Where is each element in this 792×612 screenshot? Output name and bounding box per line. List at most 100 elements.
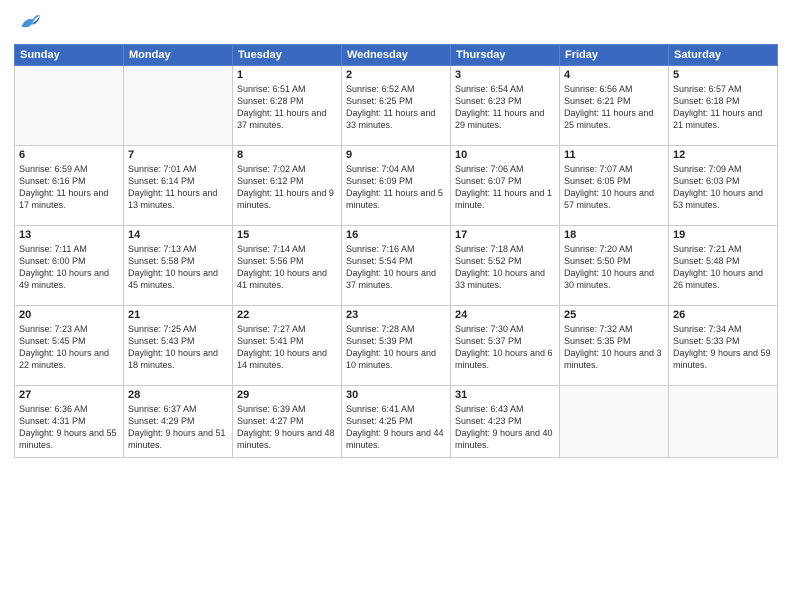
day-info: Sunrise: 7:23 AM Sunset: 5:45 PM Dayligh… [19, 323, 119, 372]
day-number: 16 [346, 229, 446, 241]
day-of-week-header: Monday [124, 45, 233, 66]
days-of-week-row: SundayMondayTuesdayWednesdayThursdayFrid… [15, 45, 778, 66]
day-number: 5 [673, 69, 773, 81]
calendar-cell [669, 386, 778, 458]
logo-icon [14, 10, 42, 38]
day-of-week-header: Sunday [15, 45, 124, 66]
calendar-cell: 27 Sunrise: 6:36 AM Sunset: 4:31 PM Dayli… [15, 386, 124, 458]
day-number: 27 [19, 389, 119, 401]
day-number: 3 [455, 69, 555, 81]
day-number: 14 [128, 229, 228, 241]
day-number: 17 [455, 229, 555, 241]
calendar-table: SundayMondayTuesdayWednesdayThursdayFrid… [14, 44, 778, 458]
day-number: 31 [455, 389, 555, 401]
day-info: Sunrise: 6:52 AM Sunset: 6:25 PM Dayligh… [346, 83, 446, 132]
day-number: 2 [346, 69, 446, 81]
day-info: Sunrise: 7:18 AM Sunset: 5:52 PM Dayligh… [455, 243, 555, 292]
day-info: Sunrise: 6:56 AM Sunset: 6:21 PM Dayligh… [564, 83, 664, 132]
day-info: Sunrise: 7:14 AM Sunset: 5:56 PM Dayligh… [237, 243, 337, 292]
calendar-cell: 22 Sunrise: 7:27 AM Sunset: 5:41 PM Dayli… [233, 306, 342, 386]
day-number: 19 [673, 229, 773, 241]
day-number: 12 [673, 149, 773, 161]
calendar-cell: 21 Sunrise: 7:25 AM Sunset: 5:43 PM Dayli… [124, 306, 233, 386]
calendar-cell: 5 Sunrise: 6:57 AM Sunset: 6:18 PM Daylig… [669, 66, 778, 146]
calendar-cell: 9 Sunrise: 7:04 AM Sunset: 6:09 PM Daylig… [342, 146, 451, 226]
day-info: Sunrise: 7:21 AM Sunset: 5:48 PM Dayligh… [673, 243, 773, 292]
day-number: 1 [237, 69, 337, 81]
day-info: Sunrise: 6:59 AM Sunset: 6:16 PM Dayligh… [19, 163, 119, 212]
day-number: 24 [455, 309, 555, 321]
day-of-week-header: Thursday [451, 45, 560, 66]
day-info: Sunrise: 6:57 AM Sunset: 6:18 PM Dayligh… [673, 83, 773, 132]
calendar-cell: 24Sunrise: 7:30 AM Sunset: 5:37 PM Dayli… [451, 306, 560, 386]
calendar-cell: 11Sunrise: 7:07 AM Sunset: 6:05 PM Dayli… [560, 146, 669, 226]
calendar-cell: 20 Sunrise: 7:23 AM Sunset: 5:45 PM Dayli… [15, 306, 124, 386]
day-number: 9 [346, 149, 446, 161]
calendar-cell: 31 Sunrise: 6:43 AM Sunset: 4:23 PM Dayli… [451, 386, 560, 458]
day-info: Sunrise: 7:25 AM Sunset: 5:43 PM Dayligh… [128, 323, 228, 372]
day-number: 25 [564, 309, 664, 321]
day-info: Sunrise: 7:04 AM Sunset: 6:09 PM Dayligh… [346, 163, 446, 212]
day-number: 7 [128, 149, 228, 161]
calendar-cell: 15 Sunrise: 7:14 AM Sunset: 5:56 PM Dayli… [233, 226, 342, 306]
calendar-cell: 14 Sunrise: 7:13 AM Sunset: 5:58 PM Dayli… [124, 226, 233, 306]
day-number: 6 [19, 149, 119, 161]
calendar-week-row: 27 Sunrise: 6:36 AM Sunset: 4:31 PM Dayli… [15, 386, 778, 458]
calendar-cell: 12Sunrise: 7:09 AM Sunset: 6:03 PM Dayli… [669, 146, 778, 226]
calendar-cell: 29 Sunrise: 6:39 AM Sunset: 4:27 PM Dayli… [233, 386, 342, 458]
day-number: 4 [564, 69, 664, 81]
day-info: Sunrise: 6:39 AM Sunset: 4:27 PM Dayligh… [237, 403, 337, 452]
day-info: Sunrise: 7:11 AM Sunset: 6:00 PM Dayligh… [19, 243, 119, 292]
calendar-cell: 26 Sunrise: 7:34 AM Sunset: 5:33 PM Dayli… [669, 306, 778, 386]
day-number: 30 [346, 389, 446, 401]
day-of-week-header: Friday [560, 45, 669, 66]
calendar-cell: 13 Sunrise: 7:11 AM Sunset: 6:00 PM Dayli… [15, 226, 124, 306]
day-number: 22 [237, 309, 337, 321]
day-info: Sunrise: 6:51 AM Sunset: 6:28 PM Dayligh… [237, 83, 337, 132]
day-number: 18 [564, 229, 664, 241]
day-info: Sunrise: 7:13 AM Sunset: 5:58 PM Dayligh… [128, 243, 228, 292]
day-info: Sunrise: 6:36 AM Sunset: 4:31 PM Dayligh… [19, 403, 119, 452]
day-info: Sunrise: 7:02 AM Sunset: 6:12 PM Dayligh… [237, 163, 337, 212]
calendar-cell: 30 Sunrise: 6:41 AM Sunset: 4:25 PM Dayli… [342, 386, 451, 458]
calendar-cell: 19 Sunrise: 7:21 AM Sunset: 5:48 PM Dayli… [669, 226, 778, 306]
calendar-cell: 3Sunrise: 6:54 AM Sunset: 6:23 PM Daylig… [451, 66, 560, 146]
calendar-cell: 28 Sunrise: 6:37 AM Sunset: 4:29 PM Dayli… [124, 386, 233, 458]
calendar-cell: 1 Sunrise: 6:51 AM Sunset: 6:28 PM Daylig… [233, 66, 342, 146]
day-info: Sunrise: 7:16 AM Sunset: 5:54 PM Dayligh… [346, 243, 446, 292]
day-number: 29 [237, 389, 337, 401]
day-number: 23 [346, 309, 446, 321]
calendar-cell: 2 Sunrise: 6:52 AM Sunset: 6:25 PM Daylig… [342, 66, 451, 146]
day-of-week-header: Wednesday [342, 45, 451, 66]
day-info: Sunrise: 6:37 AM Sunset: 4:29 PM Dayligh… [128, 403, 228, 452]
day-number: 15 [237, 229, 337, 241]
calendar-week-row: 13 Sunrise: 7:11 AM Sunset: 6:00 PM Dayli… [15, 226, 778, 306]
page-header [14, 10, 778, 38]
day-of-week-header: Tuesday [233, 45, 342, 66]
calendar-cell: 17 Sunrise: 7:18 AM Sunset: 5:52 PM Dayli… [451, 226, 560, 306]
day-info: Sunrise: 7:06 AM Sunset: 6:07 PM Dayligh… [455, 163, 555, 212]
calendar-cell [15, 66, 124, 146]
day-number: 11 [564, 149, 664, 161]
calendar-cell: 23 Sunrise: 7:28 AM Sunset: 5:39 PM Dayli… [342, 306, 451, 386]
day-of-week-header: Saturday [669, 45, 778, 66]
day-number: 21 [128, 309, 228, 321]
calendar-week-row: 6 Sunrise: 6:59 AM Sunset: 6:16 PM Daylig… [15, 146, 778, 226]
calendar-cell: 7 Sunrise: 7:01 AM Sunset: 6:14 PM Daylig… [124, 146, 233, 226]
day-number: 28 [128, 389, 228, 401]
day-info: Sunrise: 7:28 AM Sunset: 5:39 PM Dayligh… [346, 323, 446, 372]
day-info: Sunrise: 7:20 AM Sunset: 5:50 PM Dayligh… [564, 243, 664, 292]
logo [14, 10, 46, 38]
day-info: Sunrise: 6:43 AM Sunset: 4:23 PM Dayligh… [455, 403, 555, 452]
calendar-week-row: 1 Sunrise: 6:51 AM Sunset: 6:28 PM Daylig… [15, 66, 778, 146]
calendar-week-row: 20 Sunrise: 7:23 AM Sunset: 5:45 PM Dayli… [15, 306, 778, 386]
calendar-cell: 25Sunrise: 7:32 AM Sunset: 5:35 PM Dayli… [560, 306, 669, 386]
day-info: Sunrise: 7:34 AM Sunset: 5:33 PM Dayligh… [673, 323, 773, 372]
day-info: Sunrise: 6:41 AM Sunset: 4:25 PM Dayligh… [346, 403, 446, 452]
day-number: 20 [19, 309, 119, 321]
day-number: 26 [673, 309, 773, 321]
day-info: Sunrise: 7:27 AM Sunset: 5:41 PM Dayligh… [237, 323, 337, 372]
calendar-cell [560, 386, 669, 458]
day-number: 13 [19, 229, 119, 241]
day-info: Sunrise: 7:01 AM Sunset: 6:14 PM Dayligh… [128, 163, 228, 212]
